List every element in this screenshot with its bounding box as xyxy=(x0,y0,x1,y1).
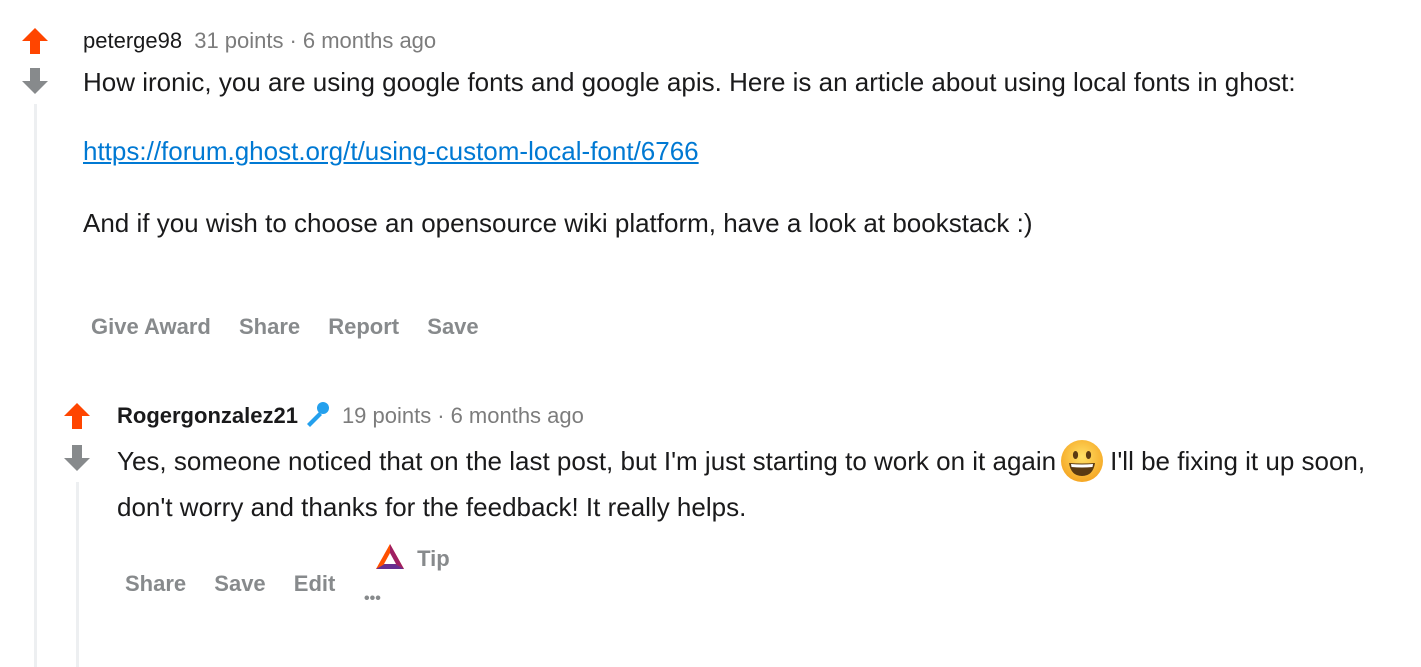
more-options-button[interactable]: ••• xyxy=(364,590,381,608)
upvote-arrow-icon xyxy=(64,403,90,429)
upvote-button[interactable] xyxy=(20,26,50,56)
save-button[interactable]: Save xyxy=(427,314,478,340)
author-name[interactable]: Rogergonzalez21 xyxy=(117,403,298,428)
edit-button[interactable]: Edit xyxy=(294,571,336,597)
share-button[interactable]: Share xyxy=(239,314,300,340)
points: 19 points xyxy=(341,403,432,428)
upvote-arrow-icon xyxy=(22,28,48,54)
thread-line[interactable] xyxy=(34,104,37,667)
separator-dot: · xyxy=(437,403,445,428)
body-paragraph: How ironic, you are using google fonts a… xyxy=(83,67,1296,97)
comment-body: Yes, someone noticed that on the last po… xyxy=(117,439,1377,529)
downvote-arrow-icon xyxy=(64,445,90,471)
save-button[interactable]: Save xyxy=(214,571,265,597)
comment-body: How ironic, you are using google fonts a… xyxy=(83,60,1393,245)
author-name[interactable]: peterge98 xyxy=(83,28,182,53)
downvote-button[interactable] xyxy=(62,443,92,473)
comment-actions: Share Save Edit xyxy=(125,571,335,597)
tip-label: Tip xyxy=(417,546,450,571)
tip-button[interactable]: Tip xyxy=(375,543,450,574)
comment-meta: Rogergonzalez21 19 points · 6 months ago xyxy=(117,401,584,432)
comment-meta: peterge98 31 points · 6 months ago xyxy=(83,26,436,56)
downvote-arrow-icon xyxy=(22,68,48,94)
comment-actions: Give Award Share Report Save xyxy=(91,314,479,340)
report-button[interactable]: Report xyxy=(328,314,399,340)
points: 31 points xyxy=(194,28,284,53)
give-award-button[interactable]: Give Award xyxy=(91,314,211,340)
body-text-part: Yes, someone noticed that on the last po… xyxy=(117,446,1057,476)
upvote-button[interactable] xyxy=(62,401,92,431)
timestamp[interactable]: 6 months ago xyxy=(303,28,436,53)
forum-link[interactable]: https://forum.ghost.org/t/using-custom-l… xyxy=(83,136,699,166)
grinning-face-icon xyxy=(1060,439,1104,483)
timestamp[interactable]: 6 months ago xyxy=(451,403,584,428)
share-button[interactable]: Share xyxy=(125,571,186,597)
body-paragraph: And if you wish to choose an opensource … xyxy=(83,208,1033,238)
separator-dot: · xyxy=(289,28,297,53)
bat-triangle-icon xyxy=(375,543,405,571)
microphone-icon xyxy=(302,399,332,429)
downvote-button[interactable] xyxy=(20,66,50,96)
thread-line[interactable] xyxy=(76,482,79,667)
